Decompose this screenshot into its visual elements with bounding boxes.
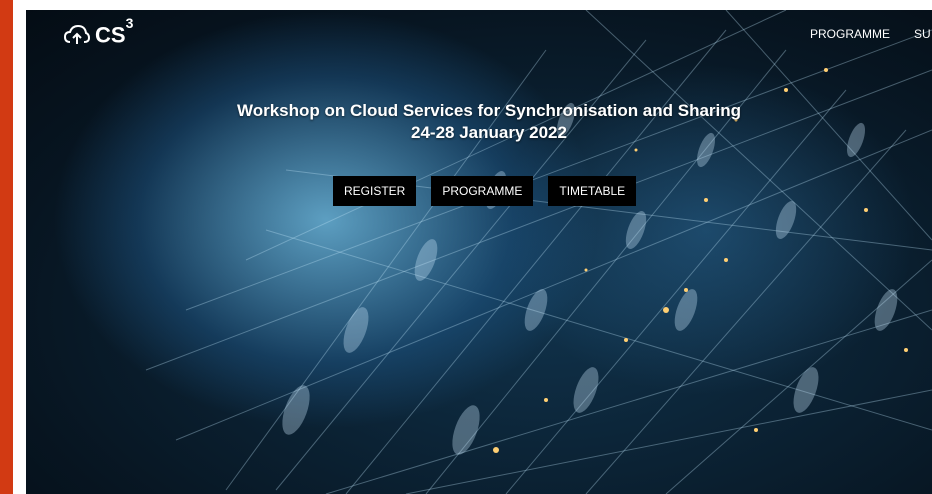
nav-item-programme[interactable]: PROGRAMME — [810, 27, 890, 41]
timetable-button[interactable]: TIMETABLE — [548, 176, 637, 206]
top-navigation: PROGRAMME SU — [810, 27, 931, 41]
hero-heading: Workshop on Cloud Services for Synchroni… — [26, 100, 932, 144]
cloud-upload-icon — [64, 24, 90, 44]
register-button[interactable]: REGISTER — [333, 176, 417, 206]
network-globe-background — [145, 10, 932, 494]
left-margin — [13, 0, 26, 494]
cta-buttons: REGISTER PROGRAMME TIMETABLE — [333, 176, 637, 206]
brand-name: CS3 — [95, 15, 134, 48]
workshop-title: Workshop on Cloud Services for Synchroni… — [236, 101, 742, 120]
brand-logo[interactable]: CS3 — [64, 15, 134, 48]
nav-item-su[interactable]: SU — [914, 27, 931, 41]
programme-button[interactable]: PROGRAMME — [431, 176, 534, 206]
left-accent-bar — [0, 0, 13, 494]
hero-banner: CS3 PROGRAMME SU Workshop on Cloud Servi… — [26, 10, 932, 494]
workshop-dates: 24-28 January 2022 — [411, 123, 567, 142]
